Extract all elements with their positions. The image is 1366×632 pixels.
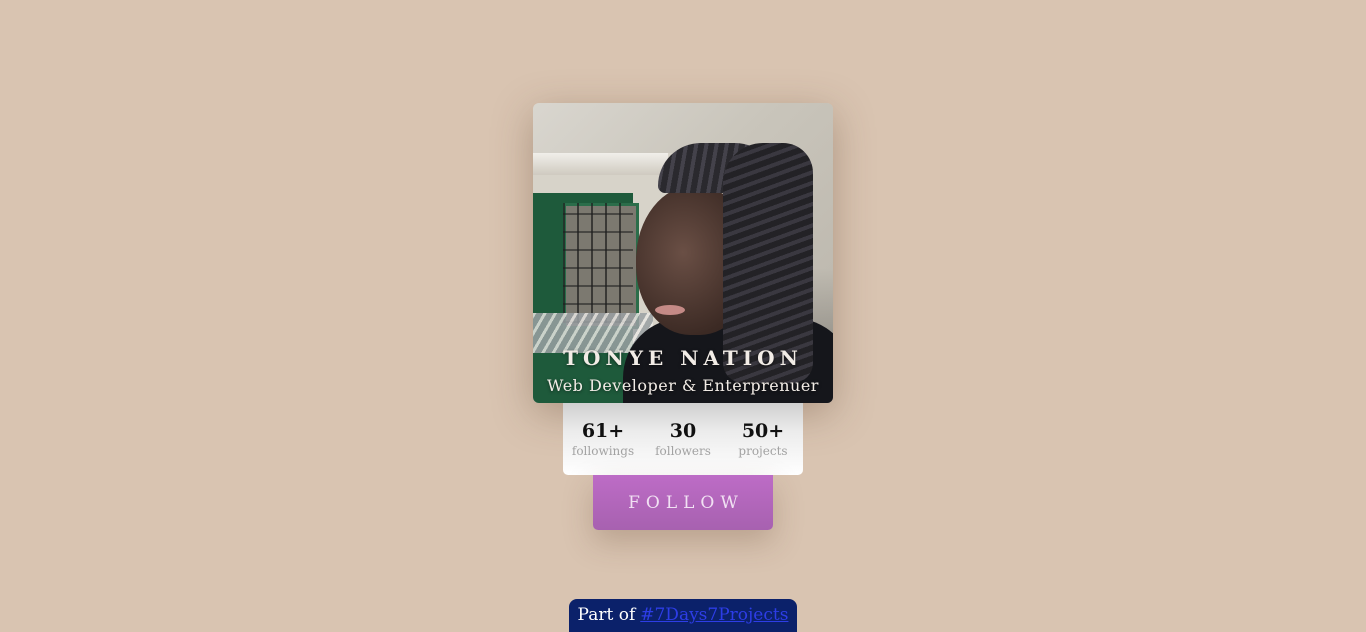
stat-followings: 61+ followings bbox=[563, 420, 643, 458]
footer-link[interactable]: #7Days7Projects bbox=[640, 605, 788, 625]
stat-label: followers bbox=[655, 444, 711, 458]
photo-grille bbox=[563, 203, 633, 323]
stat-label: projects bbox=[738, 444, 788, 458]
photo-lips bbox=[655, 305, 685, 315]
stat-value: 30 bbox=[669, 420, 697, 442]
stats-panel: 61+ followings 30 followers 50+ projects bbox=[563, 403, 803, 475]
profile-card: TONYE NATION Web Developer & Enterprenue… bbox=[533, 103, 833, 403]
footer-badge: Part of #7Days7Projects bbox=[569, 599, 797, 632]
stat-value: 61+ bbox=[581, 420, 625, 442]
stat-projects: 50+ projects bbox=[723, 420, 803, 458]
photo-ledge bbox=[533, 153, 668, 175]
stat-followers: 30 followers bbox=[643, 420, 723, 458]
profile-name: TONYE NATION bbox=[563, 346, 803, 370]
profile-caption: TONYE NATION Web Developer & Enterprenue… bbox=[533, 346, 833, 395]
profile-role: Web Developer & Enterprenuer bbox=[547, 376, 819, 395]
footer-prefix: Part of bbox=[577, 605, 636, 625]
stat-label: followings bbox=[571, 444, 635, 458]
page: TONYE NATION Web Developer & Enterprenue… bbox=[0, 0, 1366, 632]
stat-value: 50+ bbox=[741, 420, 785, 442]
follow-button[interactable]: FOLLOW bbox=[593, 475, 773, 530]
